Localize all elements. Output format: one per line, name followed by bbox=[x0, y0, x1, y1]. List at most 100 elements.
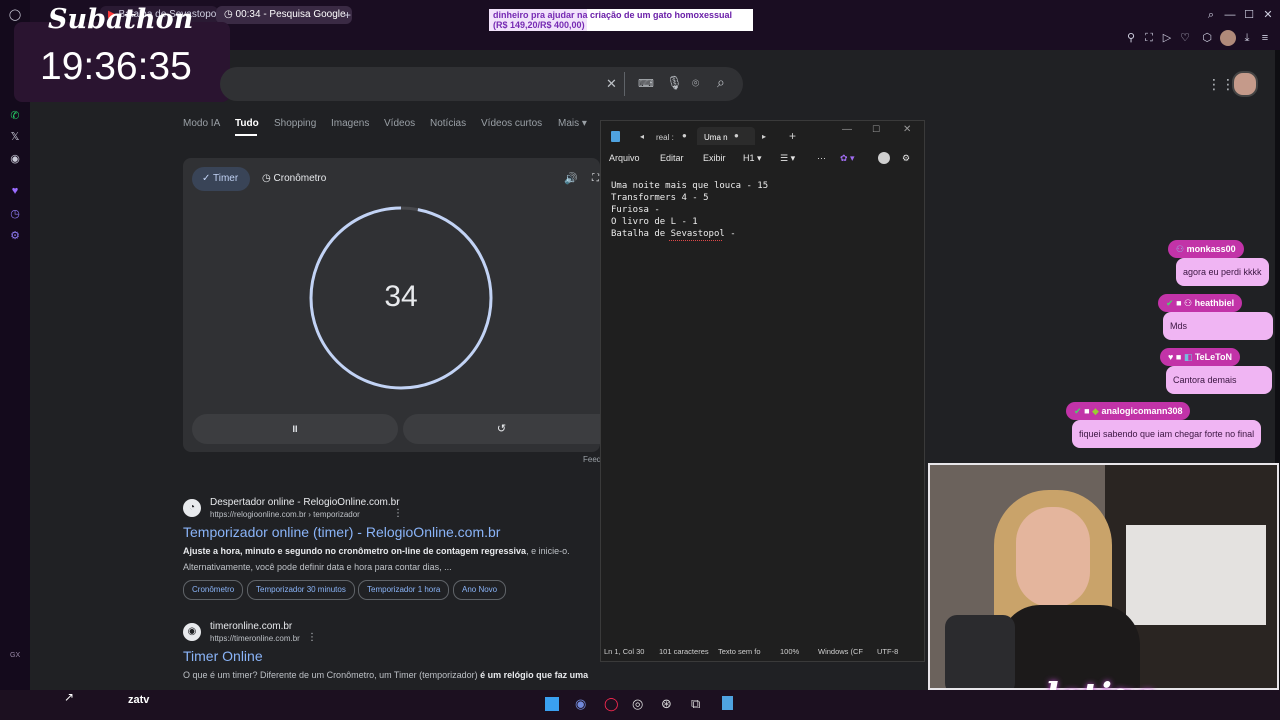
notepad-line-2[interactable]: Transformers 4 - 5 bbox=[611, 192, 709, 204]
notepad-line-1[interactable]: Uma noite mais que louca - 15 bbox=[611, 180, 768, 192]
reset-icon: ↺ bbox=[496, 423, 507, 435]
tab-videos-curtos[interactable]: Vídeos curtos bbox=[481, 118, 542, 129]
tab-shopping[interactable]: Shopping bbox=[274, 118, 316, 129]
new-tab-icon[interactable]: + bbox=[789, 129, 796, 143]
discord-icon[interactable]: ◉ bbox=[8, 152, 22, 166]
screenshot-icon[interactable]: ⛶ bbox=[1142, 31, 1156, 45]
result-title[interactable]: Timer Online bbox=[183, 648, 263, 664]
taskbar-app-label: zatv bbox=[128, 694, 150, 706]
mic-icon[interactable]: 🎙 bbox=[666, 75, 683, 91]
maximize-icon[interactable]: ☐ bbox=[872, 124, 880, 135]
result-url[interactable]: https://relogioonline.com.br › temporiza… bbox=[210, 510, 360, 519]
clear-icon[interactable]: ✕ bbox=[606, 76, 617, 92]
search-icon[interactable]: ⌕ bbox=[717, 74, 725, 91]
chip-temporizador-1h[interactable]: Temporizador 1 hora bbox=[358, 580, 450, 600]
whatsapp-icon[interactable]: ✆ bbox=[8, 109, 22, 123]
chat-username: ✔ ■ ◆ analogicomann308 bbox=[1066, 402, 1191, 420]
bookmark-icon[interactable]: ⚲ bbox=[1124, 31, 1138, 45]
webcam-feed bbox=[928, 463, 1279, 690]
close-icon[interactable]: ✕ bbox=[903, 124, 911, 135]
status-zoom: 100% bbox=[780, 647, 800, 656]
profile-avatar[interactable] bbox=[1220, 30, 1236, 46]
chip-cronometro[interactable]: Cronômetro bbox=[183, 580, 244, 600]
heart-icon[interactable]: ♡ bbox=[1178, 31, 1192, 45]
new-tab-button[interactable]: + bbox=[344, 8, 351, 22]
search-icon[interactable]: ⌕ bbox=[1204, 8, 1218, 22]
extensions-icon[interactable]: ⬡ bbox=[1200, 31, 1214, 45]
result-url[interactable]: https://timeronline.com.br bbox=[210, 634, 300, 643]
heart-icon[interactable]: ♥ bbox=[8, 184, 22, 198]
minimize-icon[interactable]: — bbox=[842, 124, 852, 135]
pause-button[interactable]: II bbox=[192, 414, 398, 444]
capcut-icon[interactable]: ⧉ bbox=[691, 696, 700, 712]
download-icon[interactable]: ⤓ bbox=[1240, 31, 1254, 45]
history-icon[interactable]: ◷ bbox=[8, 207, 22, 221]
discord-icon[interactable]: ◉ bbox=[575, 696, 586, 712]
list-icon[interactable]: ☰ ▾ bbox=[780, 153, 795, 164]
more-icon[interactable]: ··· bbox=[817, 153, 826, 163]
settings-icon[interactable]: ⚙ bbox=[8, 229, 22, 243]
copilot-icon[interactable]: ✿ ▾ bbox=[840, 153, 855, 164]
windows-start-icon[interactable] bbox=[545, 697, 559, 711]
tab-noticias[interactable]: Notícias bbox=[430, 118, 466, 129]
keyboard-icon[interactable]: ⌨ bbox=[638, 77, 654, 90]
obs-icon[interactable]: ◎ bbox=[632, 696, 643, 712]
opera-gx-icon[interactable]: ◯ bbox=[604, 696, 619, 712]
search-input[interactable] bbox=[220, 67, 743, 101]
x-icon[interactable]: 𝕏 bbox=[8, 130, 22, 144]
tab-tudo[interactable]: Tudo bbox=[235, 118, 259, 129]
menu-exibir[interactable]: Exibir bbox=[703, 153, 726, 163]
lens-icon[interactable]: ⌾ bbox=[692, 76, 699, 91]
tab-timer[interactable]: ✓ Timer bbox=[192, 167, 250, 191]
tab-next-icon[interactable]: ▸ bbox=[762, 132, 766, 141]
result-title[interactable]: Temporizador online (timer) - RelogioOnl… bbox=[183, 524, 500, 540]
menu-editar[interactable]: Editar bbox=[660, 153, 684, 163]
timeronline-favicon: ◉ bbox=[183, 623, 201, 641]
webcam-shelf bbox=[1126, 525, 1266, 625]
tab-label: 00:34 - Pesquisa Google bbox=[235, 9, 346, 20]
maximize-icon[interactable]: ☐ bbox=[1242, 8, 1256, 22]
chip-ano-novo[interactable]: Ano Novo bbox=[453, 580, 507, 600]
tab-mais[interactable]: Mais ▾ bbox=[558, 118, 587, 129]
tab-imagens[interactable]: Imagens bbox=[331, 118, 369, 129]
minimize-icon[interactable]: — bbox=[1223, 8, 1237, 22]
notepad-taskbar-icon[interactable] bbox=[722, 696, 733, 710]
tab-prev-icon[interactable]: ◂ bbox=[640, 132, 644, 141]
tab-cronometro[interactable]: ◷ Cronômetro bbox=[262, 173, 326, 184]
tab-videos[interactable]: Vídeos bbox=[384, 118, 415, 129]
close-icon[interactable]: ✕ bbox=[1261, 8, 1275, 22]
fullscreen-icon[interactable]: ⛶ bbox=[592, 173, 599, 184]
volume-icon[interactable]: 🔊 bbox=[564, 172, 578, 185]
status-position: Ln 1, Col 30 bbox=[604, 647, 645, 656]
chat-username: ♥ ■ ◧ TeLeToN bbox=[1160, 348, 1241, 366]
tab-modo-ia[interactable]: Modo IA bbox=[183, 118, 220, 129]
menu-arquivo[interactable]: Arquivo bbox=[609, 153, 640, 163]
result-menu-icon[interactable]: ⋮ bbox=[307, 632, 317, 643]
play-icon[interactable]: ▷ bbox=[1160, 31, 1174, 45]
notepad-line-3[interactable]: Furiosa - bbox=[611, 204, 660, 216]
cursor-icon: ↗ bbox=[64, 690, 75, 704]
reset-button[interactable]: ↺ bbox=[403, 414, 600, 444]
result-site-name[interactable]: Despertador online - RelogioOnline.com.b… bbox=[210, 497, 400, 508]
notepad-tab-2[interactable]: Uma n bbox=[704, 133, 728, 142]
badge-icon: ✔ bbox=[1074, 406, 1082, 416]
steam-icon[interactable]: ⊛ bbox=[661, 696, 672, 712]
menu-icon[interactable]: ≡ bbox=[1258, 31, 1272, 45]
search-divider bbox=[624, 72, 625, 96]
check-icon: ✓ bbox=[202, 173, 211, 184]
apps-grid-icon[interactable]: ⋮⋮ bbox=[1207, 76, 1235, 93]
result-site-name[interactable]: timeronline.com.br bbox=[210, 621, 292, 632]
heading-dropdown[interactable]: H1 ▾ bbox=[743, 153, 762, 164]
tab-google[interactable]: ◷ 00:34 - Pesquisa Google bbox=[216, 6, 352, 24]
opera-icon[interactable]: ◯ bbox=[8, 8, 22, 22]
notepad-tab-1[interactable]: real : bbox=[656, 133, 674, 142]
result-snippet: Ajuste a hora, minuto e segundo no cronô… bbox=[183, 546, 570, 556]
account-avatar[interactable] bbox=[1232, 71, 1258, 97]
chip-temporizador-30[interactable]: Temporizador 30 minutos bbox=[247, 580, 355, 600]
settings-icon[interactable]: ⚙ bbox=[902, 153, 910, 164]
result-menu-icon[interactable]: ⋮ bbox=[393, 508, 403, 519]
notepad-line-4[interactable]: O livro de L - 1 bbox=[611, 216, 698, 228]
clock-icon: ◷ bbox=[224, 9, 233, 20]
feedback-link[interactable]: Feed bbox=[583, 455, 601, 464]
account-icon[interactable] bbox=[878, 152, 890, 164]
